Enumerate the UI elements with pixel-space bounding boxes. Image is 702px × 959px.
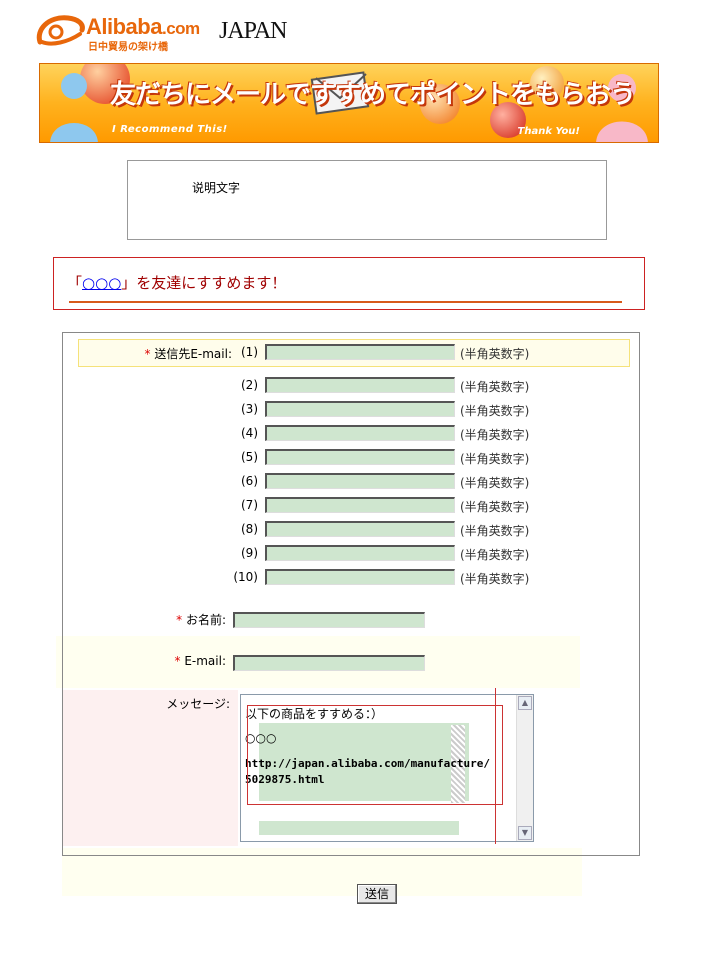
- recipient-number: (2): [241, 378, 258, 392]
- recipient-hint: (半角英数字): [460, 347, 530, 361]
- recipient-email-input[interactable]: [265, 449, 455, 465]
- name-input[interactable]: [233, 612, 425, 628]
- recipient-hint: (半角英数字): [460, 428, 530, 442]
- recipient-hint: (半角英数字): [460, 452, 530, 466]
- alibaba-smile-icon: [36, 15, 85, 46]
- recipient-number: (8): [241, 522, 258, 536]
- recommend-banner[interactable]: 友だちにメールですすめてポイントをもらおう I Recommend This! …: [39, 63, 659, 143]
- recipient-number: (6): [241, 474, 258, 488]
- scroll-up-icon[interactable]: ▲: [518, 696, 532, 710]
- recipient-hint: (半角英数字): [460, 380, 530, 394]
- description-text: 说明文字: [192, 181, 241, 195]
- recipient-email-input[interactable]: [265, 545, 455, 561]
- recipient-number: (9): [241, 546, 258, 560]
- banner-right-tag: Thank You!: [517, 126, 580, 137]
- sender-email-input[interactable]: [233, 655, 425, 671]
- logo-subtitle: 日中貿易の架け橋: [88, 42, 168, 53]
- recipient-number: (4): [241, 426, 258, 440]
- required-mark: *: [144, 347, 151, 361]
- recommend-heading: 「○○○」を友達にすすめます！: [67, 274, 287, 292]
- message-scrollbar[interactable]: ▲ ▼: [516, 695, 533, 841]
- sender-email-label: * E-mail:: [174, 654, 227, 668]
- product-link[interactable]: ○○○: [82, 274, 121, 292]
- recipient-email-input[interactable]: [265, 497, 455, 513]
- message-field-fill-lower: [259, 821, 459, 835]
- message-highlight-box: [247, 705, 503, 805]
- description-box: 说明文字: [127, 160, 607, 240]
- alibaba-logo[interactable]: Alibaba.com 日中貿易の架け橋 JAPAN: [34, 10, 287, 53]
- recipient-email-input[interactable]: [265, 473, 455, 489]
- message-label: メッセージ:: [166, 697, 230, 711]
- recipient-email-input[interactable]: [265, 377, 455, 393]
- recipient-hint: (半角英数字): [460, 404, 530, 418]
- recipient-email-input[interactable]: [265, 401, 455, 417]
- recipient-hint: (半角英数字): [460, 572, 530, 586]
- recipient-email-input[interactable]: [265, 569, 455, 585]
- submit-button[interactable]: 送信: [357, 884, 397, 904]
- recipient-hint: (半角英数字): [460, 524, 530, 538]
- recipient-hint: (半角英数字): [460, 500, 530, 514]
- heading-underline: [69, 301, 622, 303]
- recipient-email-input[interactable]: [265, 344, 455, 360]
- recipient-hint: (半角英数字): [460, 476, 530, 490]
- recommend-heading-box: 「○○○」を友達にすすめます！: [53, 257, 645, 310]
- person-left-icon: [50, 73, 98, 142]
- scroll-down-icon[interactable]: ▼: [518, 826, 532, 840]
- message-guide-line: [495, 688, 496, 844]
- logo-brand: Alibaba.com: [86, 14, 200, 39]
- recipient-number: (10): [233, 570, 258, 584]
- name-label: * お名前:: [176, 613, 226, 627]
- recipient-email-label: * 送信先E-mail:: [144, 347, 233, 361]
- banner-left-tag: I Recommend This!: [112, 124, 228, 135]
- recipient-email-input[interactable]: [265, 521, 455, 537]
- recipient-number: (1): [241, 345, 258, 359]
- recipient-number: (7): [241, 498, 258, 512]
- logo-region: JAPAN: [219, 18, 287, 44]
- recipient-hint: (半角英数字): [460, 548, 530, 562]
- recipient-email-input[interactable]: [265, 425, 455, 441]
- recipient-number: (5): [241, 450, 258, 464]
- banner-title: 友だちにメールですすめてポイントをもらおう: [110, 80, 636, 110]
- recipient-number: (3): [241, 402, 258, 416]
